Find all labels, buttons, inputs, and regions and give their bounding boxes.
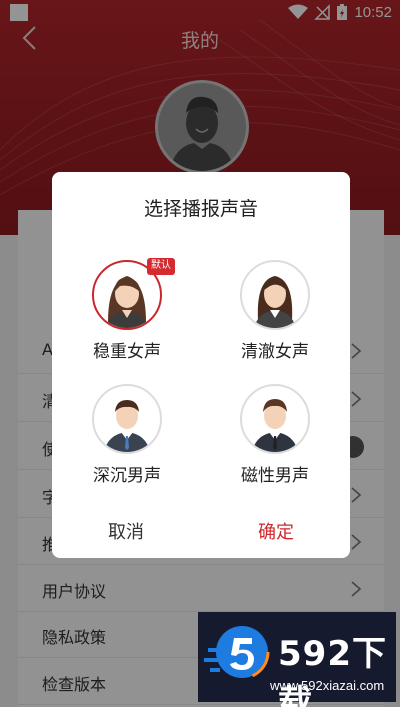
cancel-button[interactable]: 取消	[80, 518, 172, 544]
voice-label: 清澈女声	[241, 342, 309, 362]
watermark-logo: 592下载 www.592xiazai.com	[198, 612, 396, 707]
watermark-badge-icon	[204, 624, 270, 680]
voice-option-steady-female[interactable]: 默认 稳重女声	[67, 258, 187, 362]
voice-option-clear-female[interactable]: 清澈女声	[215, 260, 335, 362]
watermark-url: www.592xiazai.com	[270, 678, 385, 693]
female-avatar-icon	[240, 260, 310, 330]
voice-label: 稳重女声	[93, 342, 161, 362]
watermark-brand: 592下载	[278, 634, 387, 707]
default-badge: 默认	[147, 258, 175, 275]
voice-label: 磁性男声	[241, 466, 309, 486]
voice-label: 深沉男声	[93, 466, 161, 486]
voice-option-magnetic-male[interactable]: 磁性男声	[215, 384, 335, 486]
screen: 10:52 我的 A 清 使 字 推 用户协议 隐私政策 检查版本 选择播报声音…	[0, 0, 400, 707]
male-avatar-icon	[92, 384, 162, 454]
dialog-title: 选择播报声音	[143, 198, 258, 220]
voice-select-dialog: 选择播报声音 默认 稳重女声 清澈女声 深沉男声 磁性男声 取消 确定	[52, 172, 350, 558]
confirm-button[interactable]: 确定	[230, 518, 322, 544]
male-avatar-icon	[240, 384, 310, 454]
voice-option-deep-male[interactable]: 深沉男声	[67, 384, 187, 486]
